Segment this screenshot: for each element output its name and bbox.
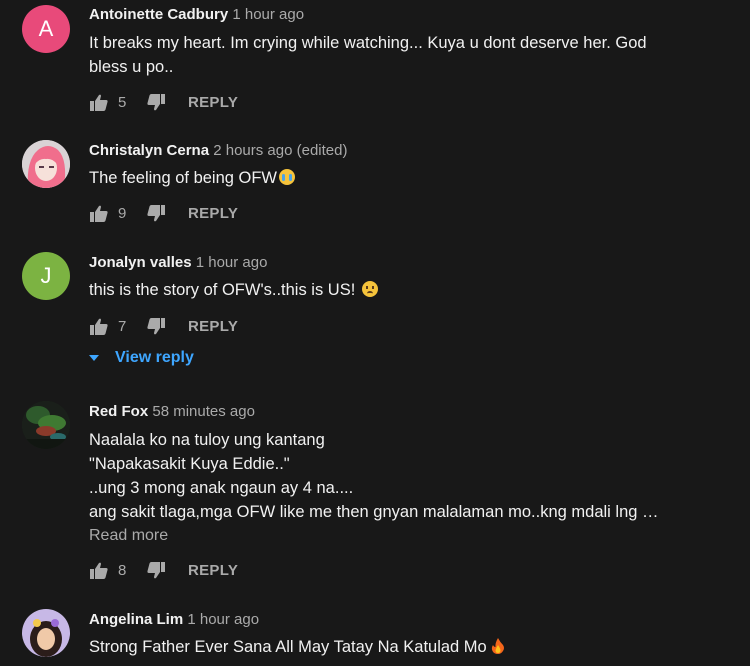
reply-button[interactable]: REPLY	[188, 318, 238, 335]
author-name[interactable]: Christalyn Cerna	[89, 142, 209, 159]
like-count: 7	[118, 317, 127, 335]
avatar-image	[22, 401, 70, 449]
crying-face-emoji	[279, 169, 296, 185]
thumbs-up-icon[interactable]	[89, 560, 109, 580]
author-name[interactable]: Red Fox	[89, 403, 148, 420]
thumbs-up-icon[interactable]	[89, 203, 109, 223]
comment-text: The feeling of being OFW	[89, 166, 729, 190]
reply-button[interactable]: REPLY	[188, 94, 238, 111]
fire-emoji	[491, 637, 505, 654]
comment-header: Red Fox 58 minutes ago	[89, 403, 255, 420]
avatar[interactable]	[22, 609, 70, 657]
thumbs-down-icon[interactable]	[146, 203, 166, 223]
author-name[interactable]: Antoinette Cadbury	[89, 6, 228, 23]
comment-time[interactable]: 2 hours ago (edited)	[213, 142, 347, 159]
thumbs-down-icon[interactable]	[146, 92, 166, 112]
comment-time[interactable]: 1 hour ago	[187, 611, 259, 628]
comment-text-content: The feeling of being OFW	[89, 169, 278, 187]
comment-header: Angelina Lim 1 hour ago	[89, 611, 259, 628]
comment-text-content: Strong Father Ever Sana All May Tatay Na…	[89, 638, 487, 656]
comment-text: Strong Father Ever Sana All May Tatay Na…	[89, 635, 729, 659]
comment-text: It breaks my heart. Im crying while watc…	[89, 34, 647, 76]
comment-text: this is the story of OFW's..this is US!	[89, 278, 729, 302]
like-count: 8	[118, 561, 127, 579]
comment-actions: 7 REPLY	[89, 314, 238, 338]
reply-button[interactable]: REPLY	[188, 205, 238, 222]
avatar[interactable]	[22, 401, 70, 449]
view-reply-button[interactable]: View reply	[89, 349, 194, 367]
caret-down-icon	[89, 355, 99, 361]
comment-actions: 8 REPLY	[89, 558, 238, 582]
comment-actions: 5 REPLY	[89, 90, 238, 114]
comment-actions: 9 REPLY	[89, 201, 238, 225]
comment-text: Naalala ko na tuloy ung kantang "Napakas…	[89, 431, 659, 521]
avatar[interactable]: A	[22, 5, 70, 53]
avatar-letter: J	[40, 263, 52, 288]
comment-header: Antoinette Cadbury 1 hour ago	[89, 6, 304, 23]
comment-text-content: this is the story of OFW's..this is US!	[89, 281, 356, 299]
comment-time[interactable]: 58 minutes ago	[152, 403, 255, 420]
thumbs-down-icon[interactable]	[146, 560, 166, 580]
comment-time[interactable]: 1 hour ago	[196, 254, 268, 271]
like-count: 9	[118, 204, 127, 222]
avatar-letter: A	[38, 16, 54, 41]
thumbs-down-icon[interactable]	[146, 316, 166, 336]
avatar-image	[22, 609, 70, 657]
comment-header: Christalyn Cerna 2 hours ago (edited)	[89, 142, 347, 159]
thumbs-up-icon[interactable]	[89, 316, 109, 336]
avatar-image	[22, 140, 70, 188]
frowning-face-emoji	[361, 281, 378, 297]
author-name[interactable]: Angelina Lim	[89, 611, 183, 628]
like-count: 5	[118, 93, 127, 111]
avatar[interactable]: J	[22, 252, 70, 300]
reply-button[interactable]: REPLY	[188, 562, 238, 579]
read-more-link[interactable]: Read more	[89, 527, 168, 545]
comment-header: Jonalyn valles 1 hour ago	[89, 254, 267, 271]
author-name[interactable]: Jonalyn valles	[89, 254, 192, 271]
avatar[interactable]	[22, 140, 70, 188]
comment-time[interactable]: 1 hour ago	[232, 6, 304, 23]
view-reply-label: View reply	[115, 349, 194, 366]
thumbs-up-icon[interactable]	[89, 92, 109, 112]
